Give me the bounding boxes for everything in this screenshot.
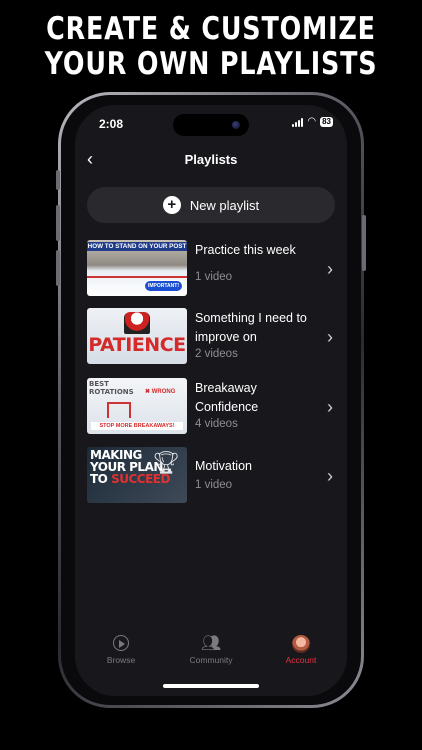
playlist-name: Motivation	[195, 459, 252, 473]
goalie-figure	[124, 312, 150, 334]
playlist-thumbnail: HOW TO STAND ON YOUR POST IMPORTANT!	[87, 240, 187, 296]
phone-volume-up	[56, 205, 60, 241]
playlist-item[interactable]: HOW TO STAND ON YOUR POST IMPORTANT! Pra…	[87, 240, 337, 298]
playlist-name: Breakaway Confidence	[195, 381, 259, 414]
battery-icon: 83	[320, 117, 333, 127]
plus-icon: +	[162, 196, 181, 214]
avatar-icon	[261, 635, 341, 653]
thumbnail-title: HOW TO STAND ON YOUR POST	[87, 242, 187, 251]
playlist-thumbnail: MAKING YOUR PLAN TO SUCCEED 🏆︎	[87, 447, 187, 503]
status-time: 2:08	[99, 117, 124, 131]
thumbnail-title-line: TO	[90, 472, 108, 486]
tab-account[interactable]: Account	[261, 635, 341, 665]
tab-label: Account	[285, 655, 317, 665]
camera-icon	[232, 121, 240, 129]
chevron-right-icon: ›	[327, 397, 333, 417]
wifi-icon: ◠	[307, 116, 317, 127]
playlist-count: 2 videos	[195, 348, 238, 360]
play-circle-icon	[81, 635, 161, 653]
page-title: Playlists	[184, 152, 238, 167]
rink-line	[87, 276, 187, 278]
phone-volume-down	[56, 250, 60, 286]
tab-community[interactable]: 👥︎ Community	[171, 635, 251, 665]
thumbnail-title-line: ROTATIONS	[89, 388, 134, 396]
thumbnail-banner: STOP MORE BREAKAWAYS!	[91, 422, 183, 430]
new-playlist-button[interactable]: + New playlist	[87, 187, 335, 223]
home-indicator[interactable]	[163, 684, 259, 688]
tab-label: Browse	[106, 655, 136, 665]
playlist-thumbnail: BEST ROTATIONS ✖ WRONG STOP MORE BREAKAW…	[87, 378, 187, 434]
playlist-count: 1 video	[195, 271, 233, 283]
marketing-headline: CREATE & CUSTOMIZE YOUR OWN PLAYLISTS	[38, 12, 384, 82]
tab-label: Community	[189, 655, 233, 665]
tab-bar: Browse 👥︎ Community Account	[75, 635, 347, 675]
goal-net	[107, 402, 131, 418]
wrong-text: WRONG	[151, 389, 176, 395]
thumbnail-title: PATIENCE	[88, 334, 186, 356]
nav-bar: ‹ Playlists	[75, 149, 347, 171]
thumbnail-title-line: BEST	[89, 380, 109, 388]
phone-side-button	[56, 170, 60, 190]
new-playlist-label: New playlist	[189, 197, 260, 213]
app-screen: 2:08 ◠ 83 ‹ Playlists + New playlist HOW…	[75, 105, 347, 696]
chevron-right-icon: ›	[327, 259, 333, 279]
playlist-item[interactable]: BEST ROTATIONS ✖ WRONG STOP MORE BREAKAW…	[87, 378, 337, 436]
playlist-item[interactable]: PATIENCE Something I need to improve on …	[87, 308, 337, 366]
thumbnail-title: BEST ROTATIONS	[89, 380, 134, 396]
headline-line-2: YOUR OWN PLAYLISTS	[44, 46, 378, 82]
dynamic-island	[173, 114, 249, 136]
trophy-icon: 🏆︎	[152, 450, 180, 475]
chevron-right-icon: ›	[327, 466, 333, 486]
people-icon: 👥︎	[200, 635, 222, 652]
chevron-right-icon: ›	[327, 327, 333, 347]
playlist-thumbnail: PATIENCE	[87, 308, 187, 364]
phone-power-button	[362, 215, 366, 271]
playlist-item[interactable]: MAKING YOUR PLAN TO SUCCEED 🏆︎ Motivatio…	[87, 447, 337, 505]
tab-browse[interactable]: Browse	[81, 635, 161, 665]
thumbnail-wrong-label: ✖ WRONG	[145, 389, 176, 395]
playlist-count: 4 videos	[195, 418, 238, 430]
thumbnail-badge: IMPORTANT!	[143, 280, 183, 292]
headline-line-1: CREATE & CUSTOMIZE	[46, 11, 376, 47]
playlist-count: 1 video	[195, 479, 233, 491]
playlist-name: Practice this week	[195, 243, 296, 257]
signal-icon	[292, 117, 304, 127]
playlist-name: Something I need to improve on	[195, 311, 307, 344]
status-icons: ◠ 83	[292, 117, 333, 127]
